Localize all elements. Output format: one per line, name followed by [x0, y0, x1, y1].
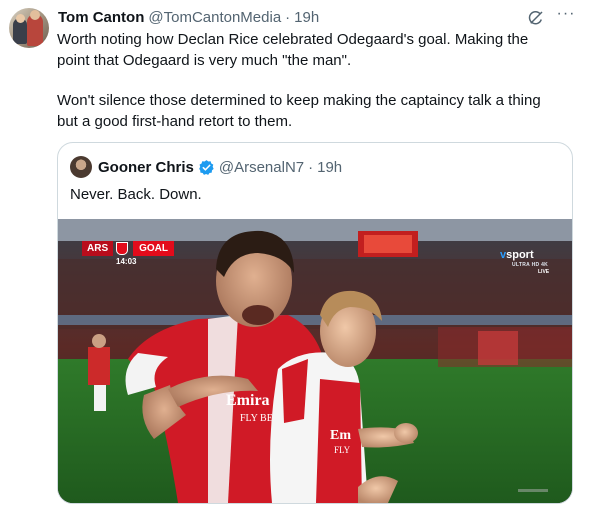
svg-text:FLY: FLY: [334, 445, 351, 455]
quoted-tweet-card[interactable]: Gooner Chris @ArsenalN7 · 19h Never. Bac…: [57, 142, 573, 504]
broadcaster-logo: vsport: [500, 249, 534, 261]
quoted-author-name[interactable]: Gooner Chris: [98, 159, 194, 176]
tweet[interactable]: Tom Canton @TomCantonMedia · 19h ··· Wor…: [0, 0, 596, 506]
tweet-header: Tom Canton @TomCantonMedia · 19h: [58, 7, 319, 27]
quoted-tweet-text: Never. Back. Down.: [70, 186, 202, 203]
separator-dot: ·: [285, 8, 291, 26]
club-crest-icon: [116, 242, 129, 255]
quoted-author-avatar[interactable]: [70, 156, 92, 178]
author-name[interactable]: Tom Canton: [58, 9, 144, 26]
timestamp[interactable]: 19h: [294, 9, 319, 26]
more-options-icon[interactable]: ···: [555, 6, 577, 26]
broadcaster-sub: ULTRA HD 4K: [512, 262, 549, 268]
tweet-text-line-3: Won't silence those determined to keep m…: [57, 92, 541, 109]
scorebug-event: GOAL: [133, 241, 175, 256]
tweet-text-line-2: point that Odegaard is very much "the ma…: [57, 52, 352, 69]
quoted-timestamp[interactable]: 19h: [317, 159, 342, 176]
svg-text:Em: Em: [330, 428, 351, 443]
quoted-separator-dot: ·: [308, 158, 314, 176]
quoted-author-handle[interactable]: @ArsenalN7: [219, 159, 304, 176]
video-player[interactable]: Emira FLY BE Em FLY ARS GOAL 14:03 vspor…: [58, 219, 572, 503]
author-handle[interactable]: @TomCantonMedia: [148, 9, 281, 26]
score-overlay: ARS GOAL: [82, 241, 175, 256]
verified-badge-icon: [198, 159, 215, 176]
tweet-text-line-1: Worth noting how Declan Rice celebrated …: [57, 31, 529, 48]
broadcaster-name: sport: [506, 249, 534, 261]
tweet-text-line-4: but a good first-hand retort to them.: [57, 113, 293, 130]
svg-text:Emira: Emira: [226, 392, 270, 409]
broadcaster-live: LIVE: [538, 269, 550, 275]
author-avatar[interactable]: [9, 8, 49, 48]
scorebug-clock: 14:03: [116, 257, 137, 266]
svg-text:FLY BE: FLY BE: [240, 413, 273, 424]
grok-icon[interactable]: [527, 9, 545, 27]
scorebug-team: ARS: [82, 241, 114, 256]
quoted-tweet-header: Gooner Chris @ArsenalN7 · 19h: [98, 157, 342, 177]
